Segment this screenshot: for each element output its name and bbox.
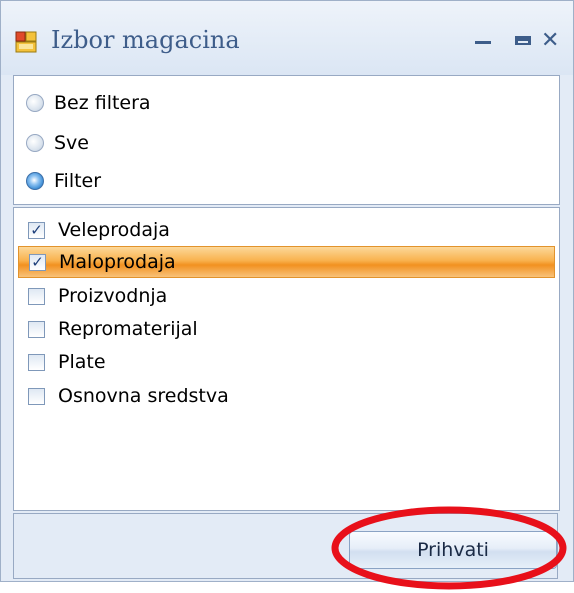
- radio-label: Sve: [54, 132, 89, 154]
- list-item-label: Maloprodaja: [59, 251, 176, 273]
- app-icon: [15, 31, 37, 53]
- list-item-label: Osnovna sredstva: [58, 385, 229, 407]
- dialog-window: Izbor magacina ✕ Bez filtera Sve Filter …: [0, 0, 574, 590]
- list-item-repromaterijal[interactable]: Repromaterijal: [18, 313, 555, 345]
- list-item-veleprodaja[interactable]: ✓ Veleprodaja: [18, 214, 555, 246]
- close-button[interactable]: ✕: [541, 26, 559, 56]
- close-icon: ✕: [541, 28, 560, 53]
- list-item-maloprodaja[interactable]: ✓ Maloprodaja: [18, 246, 555, 278]
- warehouse-list[interactable]: ✓ Veleprodaja ✓ Maloprodaja Proizvodnja …: [13, 207, 560, 511]
- radio-label: Bez filtera: [54, 92, 151, 114]
- radio-button-icon[interactable]: [26, 134, 44, 152]
- list-item-label: Proizvodnja: [58, 285, 168, 307]
- radio-bez-filtera[interactable]: Bez filtera: [26, 88, 151, 118]
- list-item-proizvodnja[interactable]: Proizvodnja: [18, 280, 555, 312]
- accept-button[interactable]: Prihvati: [349, 531, 557, 569]
- checkbox[interactable]: ✓: [29, 253, 46, 271]
- radio-label: Filter: [54, 170, 102, 192]
- title-bar[interactable]: Izbor magacina ✕: [1, 1, 573, 75]
- filter-options-panel: Bez filtera Sve Filter: [13, 75, 560, 205]
- checkbox[interactable]: ✓: [28, 221, 45, 239]
- radio-filter[interactable]: Filter: [26, 166, 101, 196]
- checkbox[interactable]: [28, 287, 45, 305]
- list-item-label: Repromaterijal: [58, 318, 198, 340]
- radio-button-icon[interactable]: [26, 172, 44, 190]
- list-item-osnovna-sredstva[interactable]: Osnovna sredstva: [18, 380, 555, 412]
- list-item-label: Plate: [58, 351, 106, 373]
- list-item-plate[interactable]: Plate: [18, 346, 555, 378]
- radio-sve[interactable]: Sve: [26, 128, 89, 158]
- radio-button-icon[interactable]: [26, 94, 44, 112]
- list-item-label: Veleprodaja: [58, 219, 170, 241]
- checkbox[interactable]: [28, 353, 45, 371]
- window-title: Izbor magacina: [51, 26, 240, 54]
- checkbox[interactable]: [28, 387, 45, 405]
- checkbox[interactable]: [28, 320, 45, 338]
